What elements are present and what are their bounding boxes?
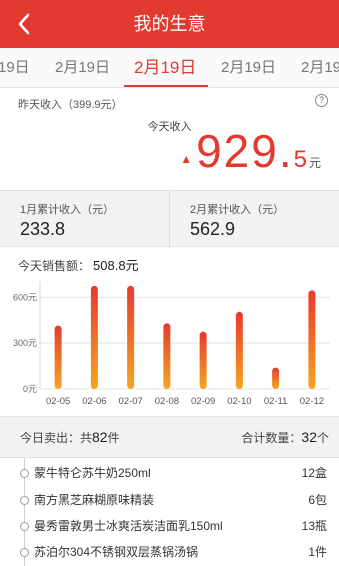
- x-tick-label: 02-12: [300, 396, 324, 407]
- y-tick-label: 600元: [13, 292, 37, 302]
- sold-count-prefix: 今日卖出：共: [20, 431, 93, 445]
- january-income-value: 233.8: [20, 219, 66, 239]
- sold-count-value: 82: [92, 429, 108, 445]
- list-item[interactable]: 苏泊尔304不锈钢双层蒸锅汤锅 1件: [0, 540, 339, 566]
- bar-02-10: [235, 311, 243, 389]
- bar-02-05: [54, 325, 62, 389]
- total-quantity-label: 合计数量：: [241, 431, 302, 445]
- date-tab[interactable]: 2月19日: [55, 48, 110, 87]
- today-income-decimal: 5: [293, 146, 307, 173]
- february-income-value: 562.9: [190, 219, 236, 239]
- list-item[interactable]: 蒙牛特仑苏牛奶250ml 12盒: [0, 461, 339, 488]
- today-sales-label: 今天销售额：: [18, 259, 91, 273]
- list-item[interactable]: 南方黑芝麻糊原味精装 6包: [0, 488, 339, 515]
- item-quantity: 13瓶: [301, 519, 327, 533]
- january-income-label: 1月累计收入（元）: [20, 204, 115, 216]
- bar-02-11: [272, 367, 280, 389]
- february-income: 2月累计收入（元） 562.9: [170, 191, 339, 248]
- sales-bar-chart: 0元 300元 600元 02-05 02-06 02-07 02-08 02-09 02-10…: [13, 282, 330, 407]
- bar-02-09: [199, 331, 207, 389]
- x-tick-label: 02-07: [118, 396, 142, 407]
- today-sales: 今天销售额： 508.8元: [18, 255, 139, 274]
- x-tick-label: 02-08: [155, 396, 179, 407]
- date-tab[interactable]: 19日: [0, 48, 30, 87]
- february-income-label: 2月累计收入（元）: [190, 204, 285, 216]
- x-tick-label: 02-06: [82, 396, 106, 407]
- sold-items-list: 蒙牛特仑苏牛奶250ml 12盒 南方黑芝麻糊原味精装 6包 曼秀雷敦男士冰爽活…: [0, 458, 339, 566]
- timeline-dot: [20, 522, 29, 531]
- total-quantity: 合计数量：32个: [241, 429, 329, 446]
- today-sales-value: 508.8元: [93, 258, 139, 273]
- total-quantity-unit: 个: [316, 431, 329, 445]
- item-name: 曼秀雷敦男士冰爽活炭洁面乳150ml: [34, 519, 223, 533]
- x-tick-label: 02-10: [227, 396, 251, 407]
- income-summary: 昨天收入（399.9元） ? 今天收入 ▲929.5 元: [0, 88, 339, 190]
- monthly-income: 1月累计收入（元） 233.8 2月累计收入（元） 562.9: [0, 190, 339, 248]
- timeline-dot: [20, 469, 29, 478]
- item-name: 南方黑芝麻糊原味精装: [34, 493, 155, 507]
- list-item[interactable]: 曼秀雷敦男士冰爽活炭洁面乳150ml 13瓶: [0, 514, 339, 541]
- y-tick-label: 0元: [23, 384, 37, 394]
- item-name: 苏泊尔304不锈钢双层蒸锅汤锅: [34, 545, 199, 559]
- sales-chart: 0元 300元 600元 02-05 02-06 02-07 02-08 02-09 02-10…: [0, 276, 339, 410]
- date-tab[interactable]: 2月19日: [221, 48, 276, 87]
- help-icon[interactable]: ?: [315, 94, 328, 107]
- today-income-integer: 929.: [196, 125, 294, 177]
- item-name: 蒙牛特仑苏牛奶250ml: [34, 466, 151, 480]
- x-tick-label: 02-11: [264, 396, 288, 407]
- page-title: 我的生意: [133, 14, 206, 34]
- total-quantity-value: 32: [301, 429, 317, 445]
- today-income-unit: 元: [308, 156, 321, 170]
- bar-02-08: [163, 323, 171, 389]
- yesterday-income-label: 昨天收入（399.9元）: [18, 99, 123, 111]
- trend-up-icon: ▲: [180, 152, 193, 166]
- y-tick-label: 300元: [13, 338, 37, 348]
- sales-stats: 今日卖出：共82件 合计数量：32个: [0, 416, 339, 458]
- date-selector: 19日 2月19日 2月19日 2月19日 2月19: [0, 48, 339, 88]
- timeline-dot: [20, 496, 29, 505]
- timeline-dot: [20, 548, 29, 557]
- sold-count: 今日卖出：共82件: [20, 429, 120, 446]
- date-tab[interactable]: 2月19: [301, 48, 339, 87]
- item-quantity: 6包: [308, 493, 327, 507]
- date-tab-active[interactable]: 2月19日: [134, 48, 196, 87]
- item-quantity: 1件: [308, 545, 327, 559]
- sold-count-suffix: 件: [107, 431, 120, 445]
- x-tick-label: 02-09: [191, 396, 215, 407]
- january-income: 1月累计收入（元） 233.8: [0, 191, 170, 248]
- bar-02-12: [308, 290, 316, 389]
- x-tick-label: 02-05: [46, 396, 70, 407]
- bar-02-06: [90, 285, 98, 389]
- today-income-value: ▲929.5 元: [180, 124, 321, 178]
- app-header: 我的生意: [0, 0, 339, 48]
- bar-02-07: [127, 285, 135, 389]
- item-quantity: 12盒: [301, 466, 327, 480]
